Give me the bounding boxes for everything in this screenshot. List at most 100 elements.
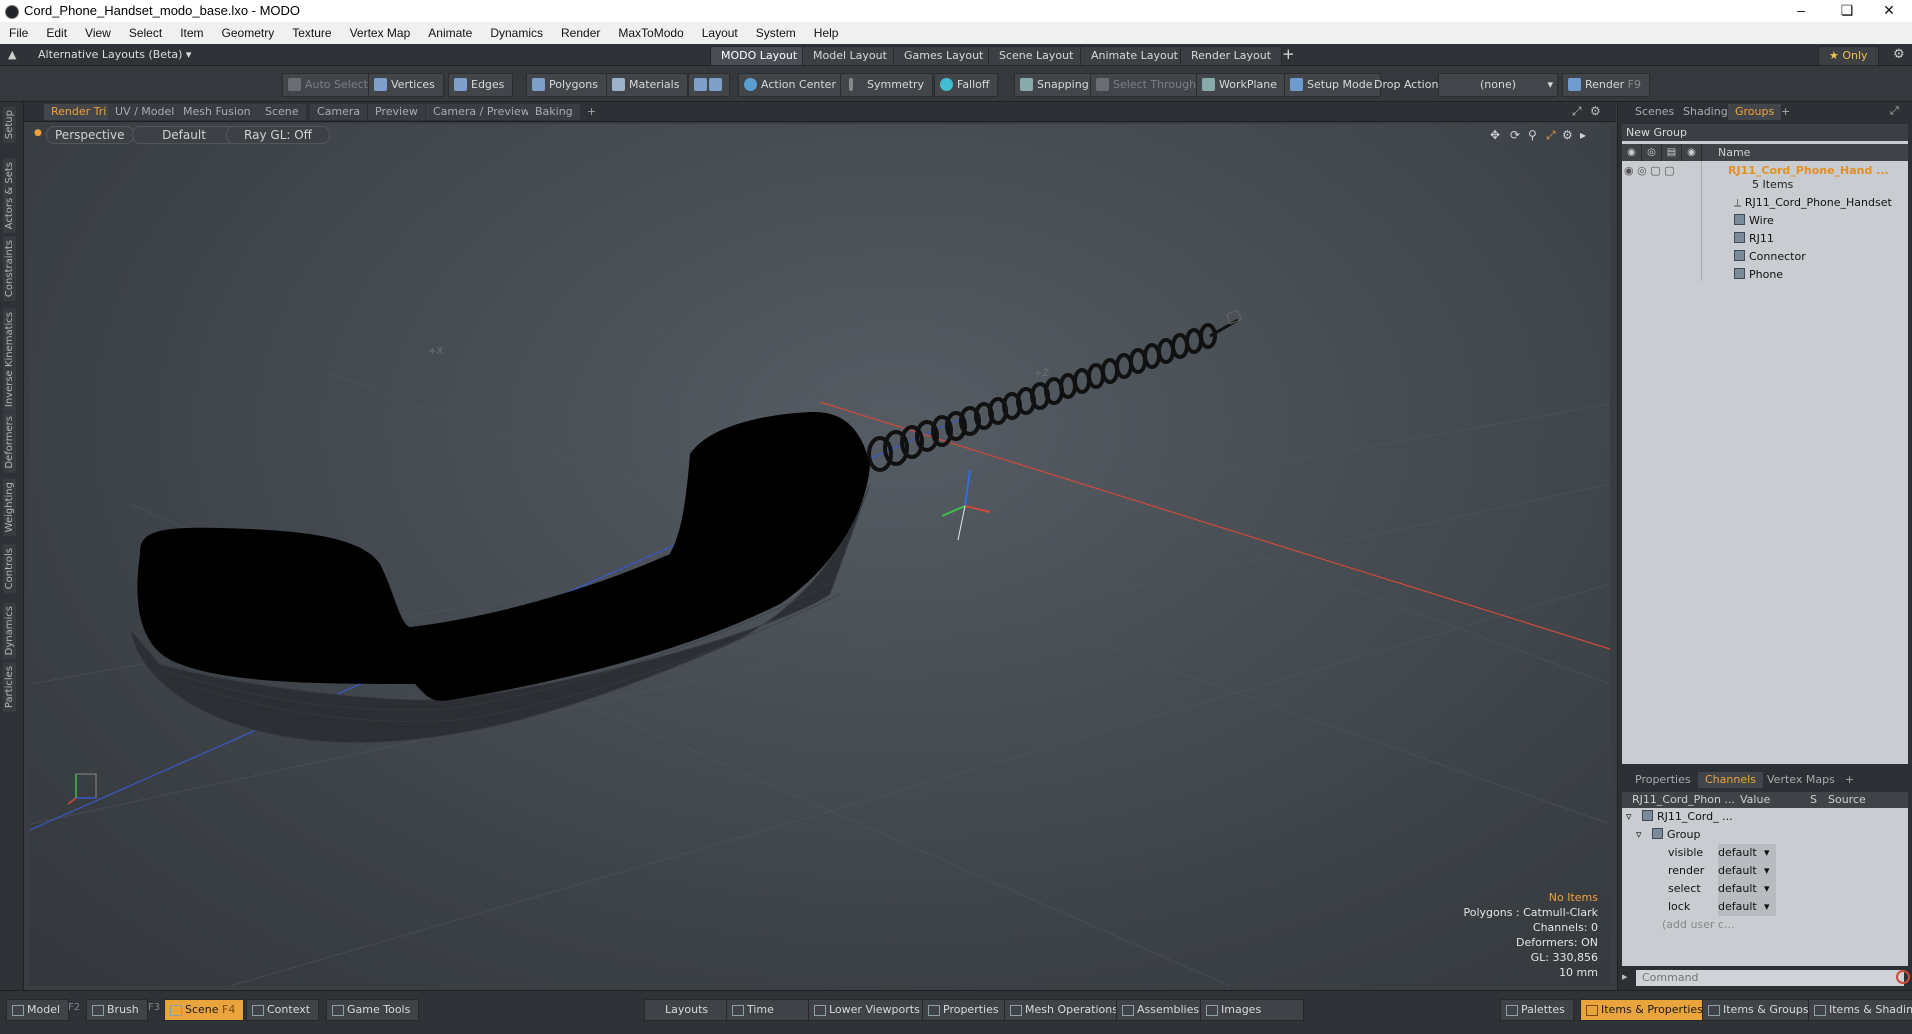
chevron-down-icon[interactable]: ▾ [1764, 880, 1770, 898]
gear-icon[interactable]: ⚙ [1562, 128, 1573, 142]
tab-mesh-fusion[interactable]: Mesh Fusion [176, 104, 258, 120]
menu-texture[interactable]: Texture [292, 22, 331, 44]
snapping-button[interactable]: Snapping [1014, 73, 1098, 97]
only-toggle[interactable]: ★ Only [1818, 46, 1879, 66]
new-group-button[interactable]: New Group [1622, 124, 1908, 141]
render-toggle-icon[interactable]: ◎ [1642, 144, 1662, 161]
workplane-button[interactable]: WorkPlane [1196, 73, 1287, 97]
list-item[interactable]: ⟂ RJ11_Cord_Phone_Handset [1622, 194, 1908, 212]
channel-group-row[interactable]: ▿ Group [1622, 826, 1908, 844]
lower-viewports-button[interactable]: Lower Viewports [808, 999, 929, 1021]
game-tools-tab-button[interactable]: Game Tools [326, 999, 420, 1021]
list-item[interactable]: Phone [1622, 266, 1908, 284]
3d-viewport[interactable]: +X +Z ● Perspective Default Ray GL: Off … [30, 124, 1610, 986]
items-shading-button[interactable]: Items & Shading [1808, 999, 1912, 1021]
list-item[interactable]: Connector [1622, 248, 1908, 266]
tab-baking[interactable]: Baking [528, 104, 580, 120]
restore-button[interactable]: ❏ [1824, 0, 1870, 22]
items-groups-button[interactable]: Items & Groups [1702, 999, 1818, 1021]
raygl-toggle[interactable]: Ray GL: Off [226, 126, 330, 144]
items-properties-button[interactable]: Items & Properties [1580, 999, 1712, 1021]
channel-row[interactable]: visible default ▾ [1622, 844, 1908, 862]
chevron-right-icon[interactable]: ▸ [1580, 128, 1586, 142]
channel-row[interactable]: render default ▾ [1622, 862, 1908, 880]
properties-button[interactable]: Properties [922, 999, 1008, 1021]
edges-button[interactable]: Edges [448, 73, 514, 97]
expand-arrow-icon[interactable]: ▿ [1636, 826, 1642, 844]
add-user-channel-row[interactable]: (add user c... [1622, 916, 1908, 934]
eye-icon[interactable]: ◉ [1622, 144, 1642, 161]
add-user-channel[interactable]: (add user c... [1662, 916, 1735, 934]
menu-view[interactable]: View [85, 22, 111, 44]
tab-scene[interactable]: Scene [258, 104, 306, 120]
tab-camera-preview[interactable]: Camera / Preview [426, 104, 537, 120]
menu-geometry[interactable]: Geometry [222, 22, 275, 44]
expand-icon[interactable]: ⤢ [1890, 104, 1899, 118]
side-tab-actors-sets[interactable]: Actors & Sets [3, 158, 16, 234]
expand-icon[interactable]: ⤢ [1572, 104, 1582, 119]
menu-item[interactable]: Item [180, 22, 203, 44]
menu-maxtomodo[interactable]: MaxToModo [618, 22, 683, 44]
menu-system[interactable]: System [756, 22, 796, 44]
add-panel-tab-button[interactable]: + [1838, 772, 1861, 788]
tab-uv-model[interactable]: UV / Model [108, 104, 182, 120]
side-tab-weighting[interactable]: Weighting [3, 478, 16, 537]
alternative-layouts-dropdown[interactable]: Alternative Layouts (Beta) ▾ [38, 48, 191, 61]
symmetry-button[interactable]: Symmetry [840, 73, 934, 97]
chevron-down-icon[interactable]: ▾ [1764, 844, 1770, 862]
falloff-button[interactable]: Falloff [934, 73, 999, 97]
pan-icon[interactable]: ✥ [1490, 128, 1500, 142]
element-mode-buttons[interactable] [688, 73, 730, 97]
model-tab-button[interactable]: Model [6, 999, 70, 1021]
tab-shading[interactable]: Shading [1676, 104, 1735, 120]
menu-edit[interactable]: Edit [46, 22, 67, 44]
mesh-operations-button[interactable]: Mesh Operations [1004, 999, 1127, 1021]
menu-render[interactable]: Render [561, 22, 600, 44]
gear-icon[interactable]: ⚙ [1590, 104, 1601, 118]
setup-mode-button[interactable]: Setup Mode [1284, 73, 1382, 97]
zoom-icon[interactable]: ⚲ [1528, 128, 1537, 142]
menu-select[interactable]: Select [129, 22, 162, 44]
gear-icon[interactable]: ⚙ [1893, 47, 1905, 62]
viewport-menu-dot-icon[interactable]: ● [34, 128, 42, 138]
menu-dynamics[interactable]: Dynamics [490, 22, 543, 44]
auto-select-button[interactable]: Auto Select [282, 73, 377, 97]
context-tab-button[interactable]: Context [246, 999, 320, 1021]
materials-button[interactable]: Materials [606, 73, 689, 97]
tab-vertex-maps[interactable]: Vertex Maps [1760, 772, 1842, 788]
tab-modo-layout[interactable]: MODO Layout [710, 46, 809, 66]
menu-file[interactable]: File [9, 22, 28, 44]
tab-camera[interactable]: Camera [310, 104, 368, 120]
side-tab-particles[interactable]: Particles [3, 662, 16, 713]
chevron-down-icon[interactable]: ▾ [1764, 898, 1770, 916]
polygons-button[interactable]: Polygons [526, 73, 607, 97]
side-tab-inverse-kinematics[interactable]: Inverse Kinematics [3, 308, 16, 412]
menu-layout[interactable]: Layout [702, 22, 738, 44]
render-button[interactable]: Render F9 [1562, 73, 1650, 97]
tab-model-layout[interactable]: Model Layout [802, 46, 898, 66]
menu-help[interactable]: Help [814, 22, 839, 44]
scene-tab-button[interactable]: Scene F4 [164, 999, 245, 1021]
menu-vertex-map[interactable]: Vertex Map [350, 22, 411, 44]
record-icon[interactable] [1896, 970, 1910, 984]
lock-icon[interactable]: ▤ [1662, 144, 1682, 161]
assemblies-button[interactable]: Assemblies [1116, 999, 1209, 1021]
select-toggle-icon[interactable]: ◉ [1682, 144, 1702, 161]
brush-tab-button[interactable]: Brush [86, 999, 148, 1021]
tab-games-layout[interactable]: Games Layout [893, 46, 995, 66]
tab-scene-layout[interactable]: Scene Layout [988, 46, 1085, 66]
rotate-icon[interactable]: ⟳ [1510, 128, 1520, 142]
chevron-down-icon[interactable]: ▾ [1764, 862, 1770, 880]
collapse-arrow-icon[interactable]: ▲ [8, 48, 16, 61]
palettes-button[interactable]: Palettes [1500, 999, 1574, 1021]
tab-properties[interactable]: Properties [1628, 772, 1698, 788]
menu-animate[interactable]: Animate [428, 22, 472, 44]
add-tab-button[interactable]: + [580, 104, 603, 120]
side-tab-setup[interactable]: Setup [3, 106, 16, 144]
vertices-button[interactable]: Vertices [368, 73, 444, 97]
projection-dropdown[interactable]: Perspective [46, 126, 134, 144]
select-through-button[interactable]: Select Through [1090, 73, 1206, 97]
add-panel-tab-button[interactable]: + [1774, 104, 1797, 120]
drop-action-select[interactable]: (none) ▾ [1438, 73, 1558, 97]
side-tab-controls[interactable]: Controls [3, 544, 16, 594]
